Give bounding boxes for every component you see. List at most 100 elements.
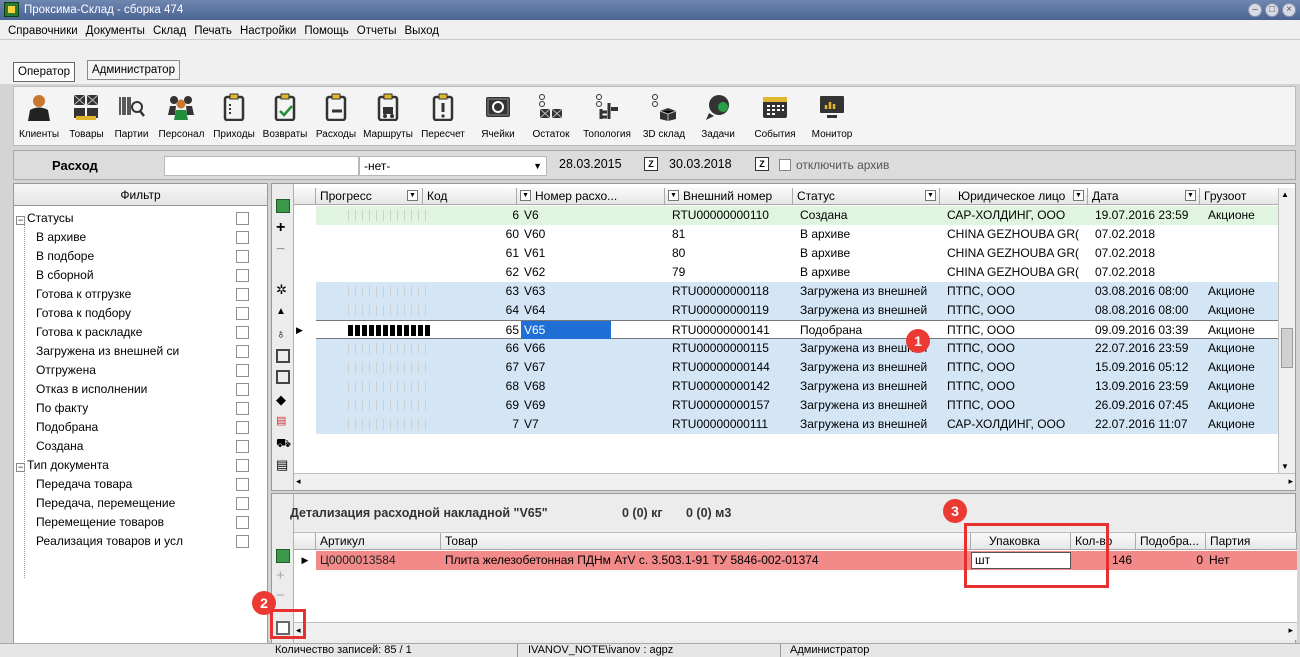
menu-exit[interactable]: Выход	[401, 21, 443, 41]
scroll-left-icon[interactable]: ◂	[296, 625, 301, 636]
menu-settings[interactable]: Настройки	[236, 21, 300, 41]
menu-help[interactable]: Помощь	[300, 21, 352, 41]
menu-directories[interactable]: Справочники	[4, 21, 82, 41]
column-header-pack[interactable]: Упаковка	[971, 533, 1071, 550]
column-header-article[interactable]: Артикул	[316, 533, 441, 550]
table-row[interactable]: 62 V62 79 В архиве CHINA GEZHOUBA GR(07.02.2…	[316, 263, 1295, 282]
scroll-up-icon[interactable]: ▲	[1281, 190, 1289, 199]
archive-checkbox[interactable]	[779, 159, 791, 171]
tree-group-doc-type[interactable]: − Тип документа	[16, 456, 109, 475]
filter-item[interactable]: Передача товара	[36, 475, 132, 494]
chevron-down-icon[interactable]: ▼	[533, 157, 542, 175]
pack-editor[interactable]: шт	[971, 552, 1071, 569]
filter-item[interactable]: Отгружена	[36, 361, 96, 380]
status-select[interactable]: -нет- ▼	[359, 156, 547, 176]
menu-warehouse[interactable]: Склад	[149, 21, 190, 41]
move-up-icon[interactable]: ▲	[276, 306, 290, 320]
filter-item[interactable]: Передача, перемещение	[36, 494, 175, 513]
table-row[interactable]: 69 V69 RTU00000000157 Загружена из внешней П…	[316, 396, 1295, 415]
column-header-status[interactable]: Статус ▼	[793, 188, 940, 205]
filter-checkbox[interactable]	[236, 421, 249, 434]
filter-checkbox[interactable]	[236, 516, 249, 529]
menu-reports[interactable]: Отчеты	[353, 21, 401, 41]
grid-icon[interactable]	[276, 349, 290, 363]
toolbar-button-staff[interactable]: Персонал	[154, 87, 209, 145]
filter-dropdown-icon[interactable]: ▼	[1185, 190, 1196, 201]
column-header-shipper[interactable]: Грузоот	[1200, 188, 1280, 205]
scroll-left-icon[interactable]: ◂	[296, 476, 301, 487]
add-icon[interactable]: +	[276, 220, 290, 236]
layout-icon[interactable]	[276, 621, 290, 635]
column-header-qty[interactable]: Кол-во	[1071, 533, 1136, 550]
menu-print[interactable]: Печать	[190, 21, 236, 41]
filter-checkbox[interactable]	[236, 231, 249, 244]
filter-checkbox[interactable]	[236, 250, 249, 263]
filter-checkbox[interactable]	[236, 307, 249, 320]
detail-row[interactable]: ▶ Ц0000013584 Плита железобетонная ПДНм …	[294, 551, 1297, 570]
group-checkbox[interactable]	[236, 212, 249, 225]
table-row[interactable]: 60 V60 81 В архиве CHINA GEZHOUBA GR(07.02.2…	[316, 225, 1295, 244]
filter-item[interactable]: Реализация товаров и усл	[36, 532, 183, 551]
filter-item[interactable]: По факту	[36, 399, 88, 418]
toolbar-button-routes[interactable]: Маршруты	[361, 87, 415, 145]
filter-checkbox[interactable]	[236, 364, 249, 377]
menu-documents[interactable]: Документы	[82, 21, 149, 41]
filter-item[interactable]: Отказ в исполнении	[36, 380, 147, 399]
filter-item[interactable]: Создана	[36, 437, 83, 456]
truck-icon[interactable]: ⛟	[276, 436, 291, 450]
table-row[interactable]: 7 V7 RTU00000000111 Загружена из внешней САР…	[316, 415, 1295, 434]
add-icon[interactable]: +	[276, 568, 290, 584]
column-header-product[interactable]: Товар	[441, 533, 971, 550]
toolbar-button-expenses[interactable]: Расходы	[311, 87, 361, 145]
remove-icon[interactable]: −	[276, 588, 290, 604]
toolbar-button-stock[interactable]: Остаток	[525, 87, 577, 145]
toolbar-button-events[interactable]: События	[745, 87, 805, 145]
scroll-down-icon[interactable]: ▼	[1281, 462, 1289, 471]
filter-item[interactable]: Готова к раскладке	[36, 323, 142, 342]
excel-export-icon[interactable]	[276, 199, 290, 213]
toolbar-button-returns[interactable]: Возвраты	[259, 87, 311, 145]
calendar-icon[interactable]: Z	[644, 157, 658, 171]
date-to[interactable]: 30.03.2018	[669, 157, 732, 171]
filter-item[interactable]: Готова к отгрузке	[36, 285, 131, 304]
filter-checkbox[interactable]	[236, 440, 249, 453]
date-from[interactable]: 28.03.2015	[559, 157, 622, 171]
filter-checkbox[interactable]	[236, 288, 249, 301]
table-row[interactable]: 67 V67 RTU00000000144 Загружена из внешней П…	[316, 358, 1295, 377]
column-header-progress[interactable]: Прогресс ▼	[316, 188, 423, 205]
scroll-right-icon[interactable]: ▸	[1288, 476, 1293, 487]
filter-item[interactable]: Готова к подбору	[36, 304, 131, 323]
filter-item[interactable]: Загружена из внешней си	[36, 342, 179, 361]
toolbar-button-clients[interactable]: Клиенты	[14, 87, 64, 145]
filter-dropdown-icon[interactable]: ▼	[407, 190, 418, 201]
grid-icon[interactable]	[276, 370, 290, 384]
toolbar-button-receipts[interactable]: Приходы	[209, 87, 259, 145]
tab-operator[interactable]: Оператор	[13, 62, 76, 82]
filter-checkbox[interactable]	[236, 402, 249, 415]
column-header-batch[interactable]: Партия	[1206, 533, 1297, 550]
group-checkbox[interactable]	[236, 459, 249, 472]
document-icon[interactable]: ▤	[276, 457, 290, 472]
filter-checkbox[interactable]	[236, 326, 249, 339]
column-header-external[interactable]: ▼ Внешний номер	[665, 188, 793, 205]
table-row[interactable]: 64 V64 RTU00000000119 Загружена из внешней П…	[316, 301, 1295, 320]
filter-dropdown-icon[interactable]: ▼	[925, 190, 936, 201]
settings-icon[interactable]: ✲	[276, 282, 290, 297]
toolbar-button-goods[interactable]: Товары	[64, 87, 109, 145]
filter-checkbox[interactable]	[236, 383, 249, 396]
toolbar-button-cells[interactable]: Ячейки	[471, 87, 525, 145]
filter-item[interactable]: В сборной	[36, 266, 94, 285]
table-row[interactable]: 68 V68 RTU00000000142 Загружена из внешней П…	[316, 377, 1295, 396]
scroll-right-icon[interactable]: ▸	[1288, 625, 1293, 636]
column-header-entity[interactable]: Юридическое лицо ▼	[940, 188, 1088, 205]
toolbar-button-batches[interactable]: Партии	[109, 87, 154, 145]
toolbar-button-tasks[interactable]: Задачи	[691, 87, 745, 145]
search-input[interactable]	[164, 156, 359, 176]
column-header-date[interactable]: Дата ▼	[1088, 188, 1200, 205]
tab-administrator[interactable]: Администратор	[87, 60, 180, 80]
toolbar-button-3d-warehouse[interactable]: 3D склад	[637, 87, 691, 145]
lock-icon[interactable]: ♁	[276, 326, 290, 341]
filter-dropdown-icon[interactable]: ▼	[668, 190, 679, 201]
filter-item[interactable]: Перемещение товаров	[36, 513, 164, 532]
filter-checkbox[interactable]	[236, 345, 249, 358]
